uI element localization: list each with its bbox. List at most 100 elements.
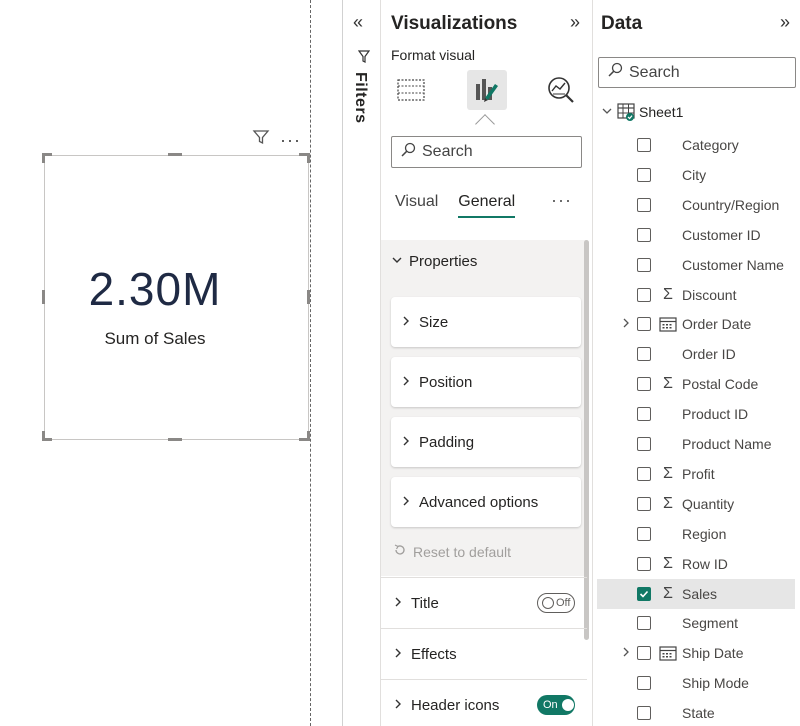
resize-handle-bl[interactable] <box>42 431 45 441</box>
tab-visual[interactable]: Visual <box>395 193 438 218</box>
field-checkbox[interactable] <box>637 706 651 721</box>
toggle-knob <box>561 699 574 711</box>
expand-data-icon[interactable]: » <box>780 12 790 33</box>
field-checkbox[interactable] <box>637 646 651 661</box>
field-row[interactable]: Σ Postal Code <box>597 369 795 399</box>
reset-to-default-button[interactable]: Reset to default <box>393 543 511 560</box>
group-position[interactable]: Position <box>391 357 581 407</box>
field-name: Sales <box>682 585 718 602</box>
field-row[interactable]: Σ Quantity <box>597 489 795 519</box>
field-row[interactable]: Σ Sales <box>597 578 795 609</box>
format-visual-label: Format visual <box>391 47 476 63</box>
field-checkbox[interactable] <box>637 496 651 511</box>
table-sheet1[interactable]: Sheet1 <box>601 103 683 121</box>
filter-funnel-icon <box>357 50 371 69</box>
field-checkbox[interactable] <box>637 227 651 242</box>
field-checkbox[interactable] <box>637 138 651 152</box>
resize-handle-tl[interactable] <box>42 153 45 163</box>
field-name: Postal Code <box>682 376 759 393</box>
field-checkbox[interactable] <box>637 556 651 571</box>
group-padding[interactable]: Padding <box>391 417 581 467</box>
tab-general[interactable]: General <box>458 193 516 218</box>
header-icons-toggle[interactable]: On <box>537 695 575 715</box>
field-checkbox[interactable] <box>637 287 651 302</box>
chevron-down-icon <box>601 104 613 120</box>
field-row[interactable]: Category <box>597 130 795 160</box>
field-checkbox[interactable] <box>637 317 651 332</box>
group-label: Advanced options <box>419 493 539 511</box>
field-checkbox[interactable] <box>637 676 651 691</box>
build-visual-icon[interactable] <box>391 70 431 110</box>
format-tabs: Visual General <box>395 193 516 218</box>
chevron-right-icon[interactable] <box>617 317 635 332</box>
field-checkbox[interactable] <box>637 167 651 182</box>
field-name: Customer Name <box>682 256 784 273</box>
properties-label: Properties <box>409 253 478 270</box>
section-header-icons[interactable]: Header icons On <box>381 679 587 726</box>
field-checkbox[interactable] <box>637 586 651 601</box>
format-search-input[interactable]: Search <box>391 136 582 168</box>
field-name: Quantity <box>682 495 735 512</box>
field-row[interactable]: Σ Profit <box>597 459 795 489</box>
section-title[interactable]: Title Off <box>381 577 587 628</box>
collapse-filters-icon[interactable]: « <box>353 12 363 33</box>
field-checkbox[interactable] <box>637 437 651 451</box>
field-name: Product ID <box>682 406 749 423</box>
chevron-right-icon <box>393 646 403 663</box>
data-search-input[interactable]: Search <box>598 57 796 88</box>
resize-handle-bm[interactable] <box>168 438 182 441</box>
resize-handle-tm[interactable] <box>168 153 182 156</box>
group-size[interactable]: Size <box>391 297 581 347</box>
field-row[interactable]: Customer Name <box>597 250 795 280</box>
title-toggle[interactable]: Off <box>537 593 575 613</box>
field-name: Customer ID <box>682 226 761 243</box>
field-checkbox[interactable] <box>637 466 651 481</box>
field-checkbox[interactable] <box>637 197 651 212</box>
field-checkbox[interactable] <box>637 347 651 362</box>
field-row[interactable]: Region <box>597 519 795 549</box>
properties-header[interactable]: Properties <box>391 253 477 270</box>
field-checkbox[interactable] <box>637 377 651 392</box>
field-row[interactable]: Country/Region <box>597 190 795 220</box>
group-advanced-options[interactable]: Advanced options <box>391 477 581 527</box>
field-checkbox[interactable] <box>637 407 651 422</box>
field-name: Profit <box>682 465 715 482</box>
filter-icon[interactable] <box>252 128 270 151</box>
field-row[interactable]: Customer ID <box>597 220 795 250</box>
tabs-more-icon[interactable]: ··· <box>551 190 572 211</box>
section-effects[interactable]: Effects <box>381 628 587 679</box>
expand-visualizations-icon[interactable]: » <box>570 12 580 33</box>
field-row[interactable]: State <box>597 698 795 726</box>
field-row[interactable]: Order Date <box>597 309 795 339</box>
search-placeholder: Search <box>629 63 680 81</box>
chevron-down-icon <box>391 253 403 270</box>
field-row[interactable]: Segment <box>597 608 795 638</box>
field-checkbox[interactable] <box>637 257 651 272</box>
toggle-knob <box>542 597 554 609</box>
field-row[interactable]: Product Name <box>597 429 795 459</box>
more-options-icon[interactable]: ··· <box>280 131 301 149</box>
section-label: Effects <box>411 645 457 663</box>
chevron-right-icon <box>393 595 403 612</box>
field-row[interactable]: City <box>597 160 795 190</box>
field-checkbox[interactable] <box>637 526 651 541</box>
reset-label: Reset to default <box>413 543 512 560</box>
field-checkbox[interactable] <box>637 616 651 631</box>
filters-pane-collapsed[interactable]: « Filters <box>342 0 380 726</box>
format-visual-icon[interactable] <box>467 70 507 110</box>
chevron-right-icon[interactable] <box>617 646 635 661</box>
analytics-icon[interactable] <box>541 70 581 110</box>
field-row[interactable]: Σ Row ID <box>597 549 795 579</box>
field-row[interactable]: Ship Mode <box>597 668 795 698</box>
search-icon <box>607 62 623 83</box>
chevron-right-icon <box>401 374 411 391</box>
field-row[interactable]: Ship Date <box>597 638 795 668</box>
filters-label[interactable]: Filters <box>351 72 369 124</box>
field-row[interactable]: Σ Discount <box>597 280 795 310</box>
field-row[interactable]: Product ID <box>597 399 795 429</box>
chevron-right-icon <box>401 494 411 511</box>
report-canvas[interactable]: ··· 2.30M Sum of Sales <box>0 0 310 726</box>
field-row[interactable]: Order ID <box>597 339 795 369</box>
field-name: Row ID <box>682 555 728 572</box>
chevron-right-icon <box>393 697 403 714</box>
